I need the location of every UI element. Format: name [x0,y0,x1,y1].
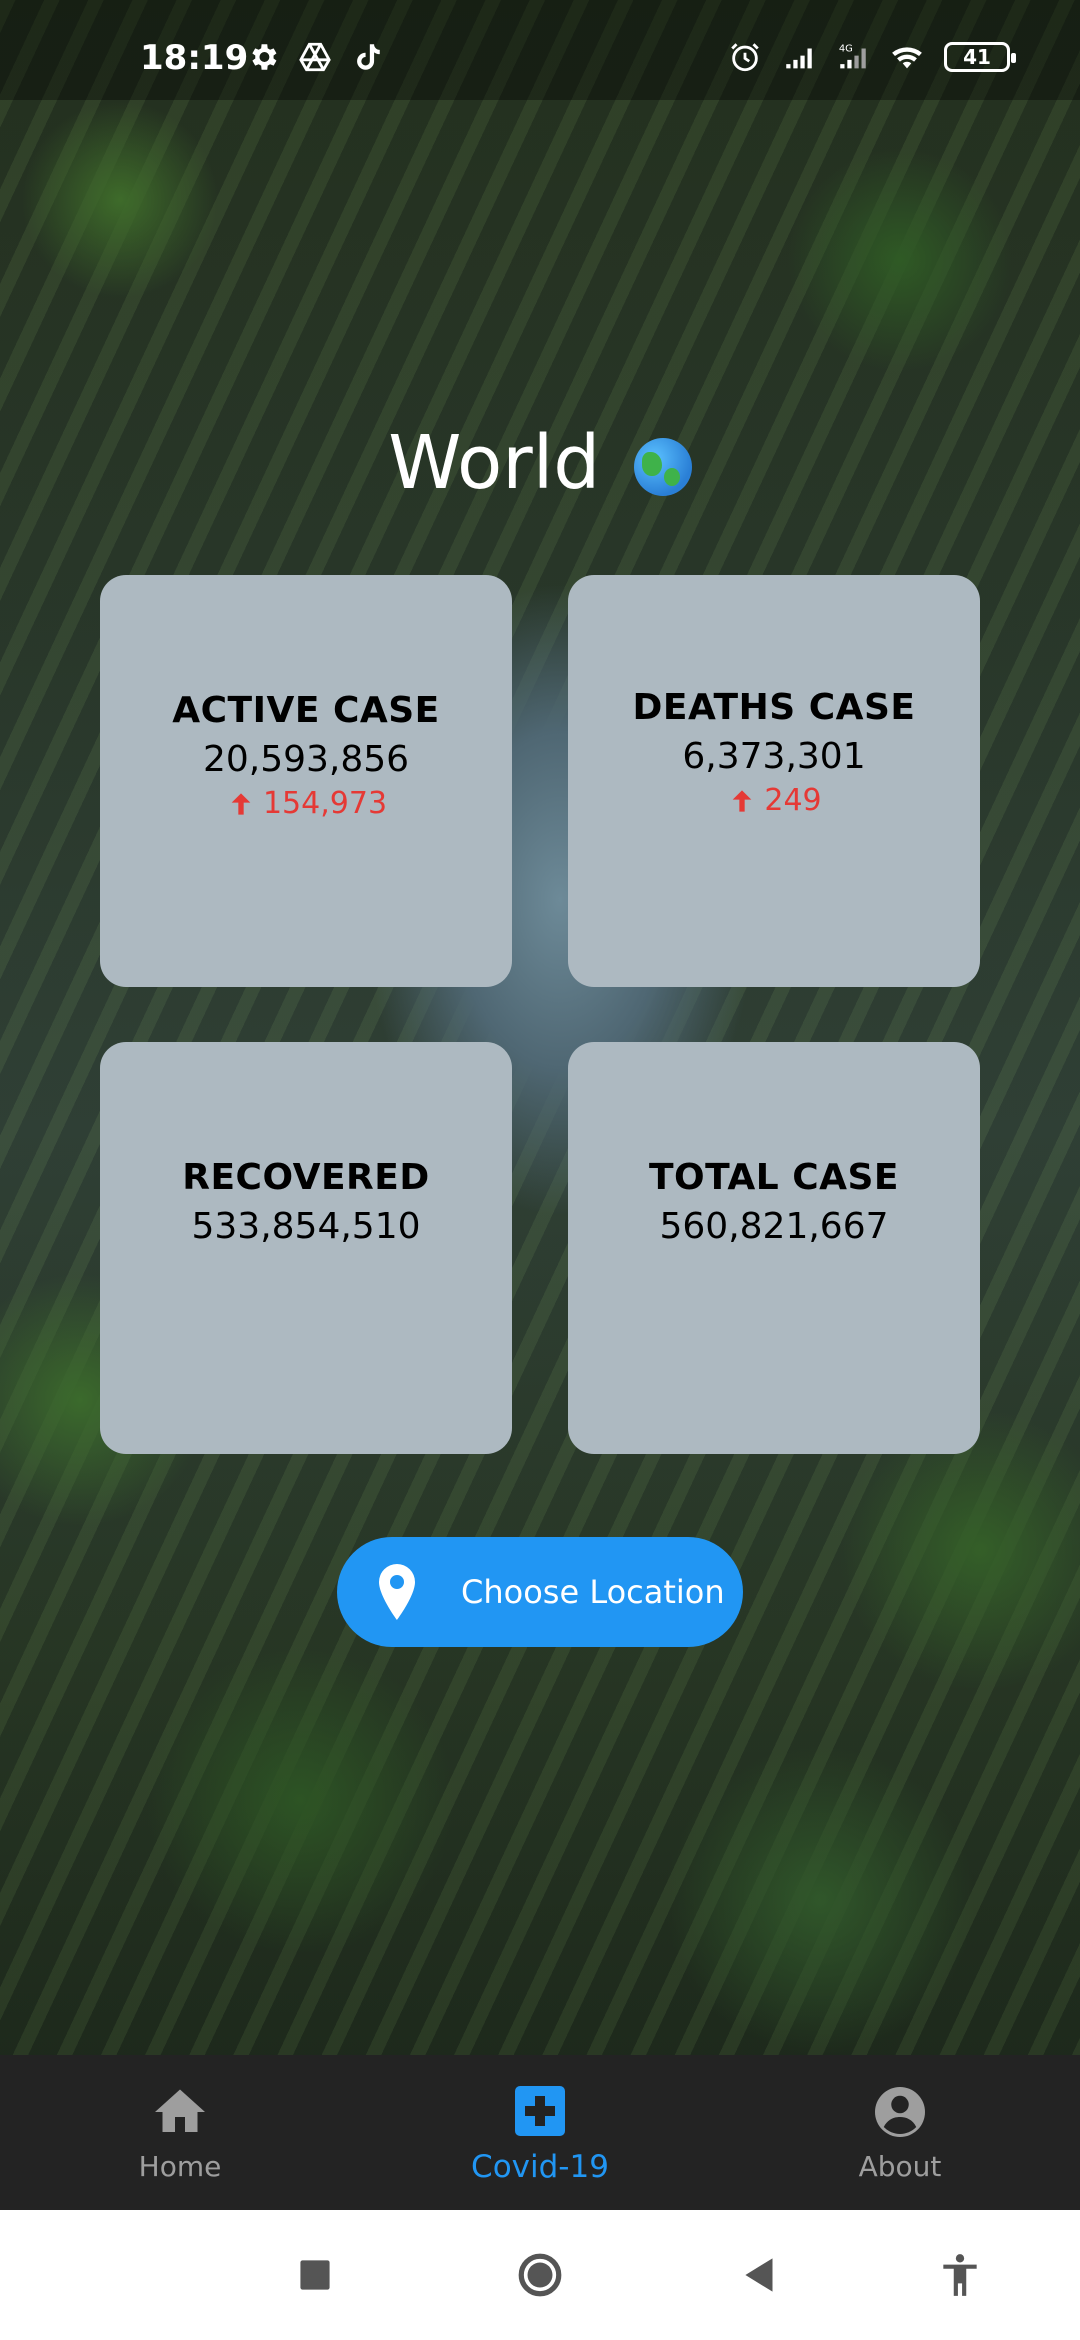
wifi-icon [892,47,922,69]
active-case-label: ACTIVE CASE [172,690,440,731]
recovered-value: 533,854,510 [191,1206,421,1247]
home-icon [155,2089,205,2132]
active-case-delta: 154,973 [100,786,512,821]
svg-text:4G: 4G [839,43,853,54]
system-navigation-bar [0,2210,1080,2340]
active-case-card: ACTIVE CASE 20,593,856 154,973 [100,575,512,987]
nav-item-home-label: Home [138,2150,222,2183]
nav-item-covid-label: Covid-19 [471,2148,609,2185]
background-image [0,0,1080,2055]
status-time: 18:19 [140,38,249,78]
nav-item-about-label: About [858,2150,942,2183]
battery-icon: 41 [944,42,1016,72]
bottom-navigation: Home Covid-19 About [0,2055,1080,2210]
deaths-case-label: DEATHS CASE [632,687,916,728]
back-triangle-icon[interactable] [735,2250,785,2300]
4g-signal-icon: 4G [839,43,866,69]
status-bar: 18:19 4G 41 [0,0,1080,100]
nav-item-about[interactable]: About [720,2055,1080,2210]
deaths-case-card: DEATHS CASE 6,373,301 249 [568,575,980,987]
choose-location-button[interactable]: Choose Location [337,1537,743,1647]
recovered-card: RECOVERED 533,854,510 [100,1042,512,1454]
total-case-label: TOTAL CASE [648,1157,900,1198]
deaths-case-value: 6,373,301 [682,736,866,777]
nav-item-covid[interactable]: Covid-19 [360,2055,720,2210]
arrow-up-icon [231,792,251,815]
drive-icon [299,42,331,72]
arrow-up-icon [733,789,752,812]
medical-cross-icon [515,2085,565,2136]
active-case-value: 20,593,856 [202,739,410,780]
deaths-case-delta: 249 [568,783,980,818]
account-circle-icon [875,2087,925,2137]
location-pin-icon [379,1564,415,1620]
tiktok-icon [357,44,380,70]
recovered-label: RECOVERED [182,1157,430,1198]
page-title: World [0,420,1080,506]
nav-item-home[interactable]: Home [0,2055,360,2210]
globe-icon [633,438,692,497]
total-case-card: TOTAL CASE 560,821,667 [568,1042,980,1454]
choose-location-label: Choose Location [461,1573,725,1611]
recents-square-icon[interactable] [290,2250,340,2300]
active-case-delta-value: 154,973 [262,786,388,821]
accessibility-icon[interactable] [935,2250,985,2300]
gear-icon [252,44,277,70]
deaths-case-delta-value: 249 [764,783,822,818]
alarm-icon [731,43,759,72]
total-case-value: 560,821,667 [659,1206,889,1247]
signal-icon [786,48,812,69]
page-title-text: World [388,420,601,506]
home-circle-icon[interactable] [515,2250,565,2300]
